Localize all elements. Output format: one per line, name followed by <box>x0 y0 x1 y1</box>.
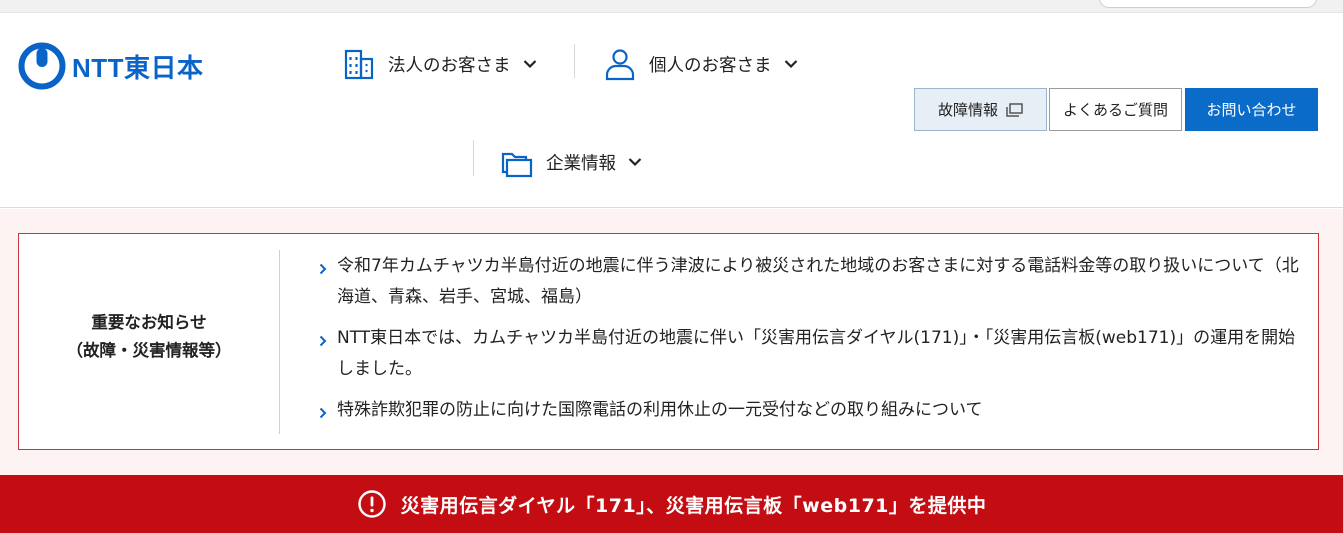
important-notice-section: 重要なお知らせ （故障・災害情報等） 令和7年カムチャツカ半島付近の地震に伴う津… <box>0 209 1343 475</box>
nav-corporate-info[interactable]: 企業情報 <box>500 145 642 179</box>
site-header: NTT東日本 法人のお客さま 個人のお客さま 企業情報 故障情報 よくあるご質問… <box>0 14 1343 208</box>
ntt-logo-mark-icon <box>18 42 66 90</box>
chevron-right-icon <box>319 395 335 426</box>
chevron-down-icon <box>784 60 797 69</box>
chevron-down-icon <box>523 60 536 69</box>
notice-heading-line2: （故障・災害情報等） <box>66 341 232 360</box>
building-icon <box>344 49 374 80</box>
notice-item-link[interactable]: 令和7年カムチャツカ半島付近の地震に伴う津波により被災された地域のお客さまに対す… <box>335 251 1304 313</box>
nav-business-customers[interactable]: 法人のお客さま <box>342 47 537 81</box>
nav-corporate-label: 企業情報 <box>546 153 616 174</box>
notice-item[interactable]: 特殊詐欺犯罪の防止に向けた国際電話の利用休止の一元受付などの取り組みについて <box>319 395 1304 426</box>
external-window-icon <box>1006 102 1023 117</box>
top-utility-strip <box>0 0 1343 13</box>
notice-item[interactable]: 令和7年カムチャツカ半島付近の地震に伴う津波により被災された地域のお客さまに対す… <box>319 251 1304 313</box>
folder-icon <box>501 152 533 178</box>
contact-button[interactable]: お問い合わせ <box>1185 88 1318 131</box>
chevron-right-icon <box>319 323 335 385</box>
important-notice-box: 重要なお知らせ （故障・災害情報等） 令和7年カムチャツカ半島付近の地震に伴う津… <box>18 233 1319 450</box>
chevron-right-icon <box>319 251 335 313</box>
disaster-alert-banner[interactable]: 災害用伝言ダイヤル「171」、災害用伝言板「web171」を提供中 <box>0 475 1343 533</box>
notice-item[interactable]: NTT東日本では、カムチャツカ半島付近の地震に伴い「災害用伝言ダイヤル(171)… <box>319 323 1304 385</box>
faq-button[interactable]: よくあるご質問 <box>1049 88 1182 131</box>
notice-item-link[interactable]: NTT東日本では、カムチャツカ半島付近の地震に伴い「災害用伝言ダイヤル(171)… <box>335 323 1304 385</box>
nav-divider <box>574 44 575 78</box>
notice-item-link[interactable]: 特殊詐欺犯罪の防止に向けた国際電話の利用休止の一元受付などの取り組みについて <box>335 395 1304 426</box>
nav-business-label: 法人のお客さま <box>388 55 511 76</box>
nav-divider <box>473 140 474 176</box>
notice-heading: 重要なお知らせ （故障・災害情報等） <box>19 309 279 365</box>
chevron-down-icon <box>628 158 642 167</box>
fault-info-label: 故障情報 <box>937 101 998 119</box>
logo-text: NTT東日本 <box>72 52 204 83</box>
notice-divider <box>279 250 280 434</box>
person-icon <box>605 49 635 81</box>
fault-info-button[interactable]: 故障情報 <box>914 88 1047 131</box>
site-search-input[interactable] <box>1099 0 1317 8</box>
site-logo[interactable]: NTT東日本 <box>18 42 204 90</box>
contact-label: お問い合わせ <box>1206 101 1297 119</box>
exclamation-circle-icon <box>357 490 386 518</box>
faq-label: よくあるご質問 <box>1062 101 1168 119</box>
notice-list: 令和7年カムチャツカ半島付近の地震に伴う津波により被災された地域のお客さまに対す… <box>319 251 1304 436</box>
notice-heading-line1: 重要なお知らせ <box>91 313 207 332</box>
nav-personal-label: 個人のお客さま <box>649 55 772 76</box>
disaster-alert-text: 災害用伝言ダイヤル「171」、災害用伝言板「web171」を提供中 <box>400 494 987 517</box>
nav-personal-customers[interactable]: 個人のお客さま <box>603 47 798 81</box>
